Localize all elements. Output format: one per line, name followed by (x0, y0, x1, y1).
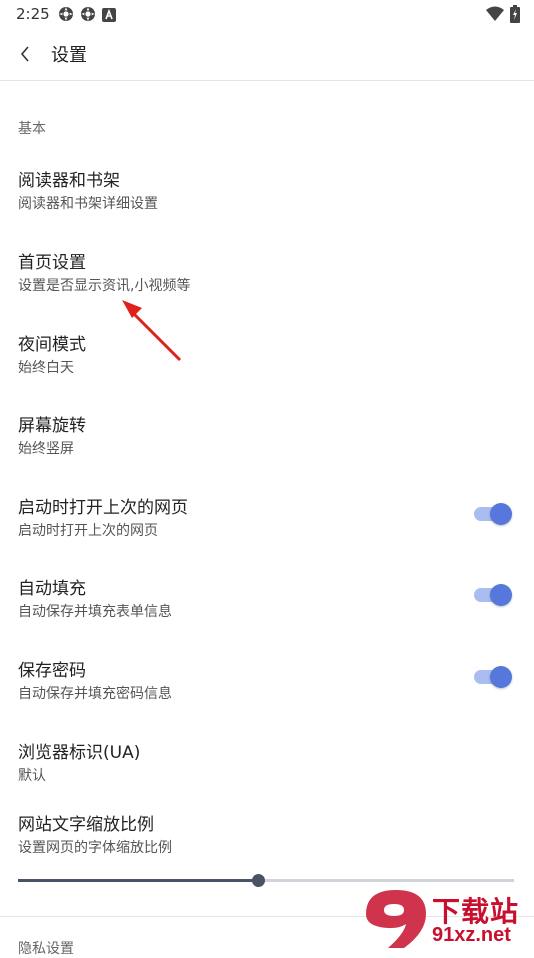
battery-charging-icon (510, 5, 520, 27)
settings-cog-icon (80, 6, 96, 26)
setting-title: 自动填充 (18, 579, 86, 599)
setting-reader-bookshelf[interactable]: 阅读器和书架 阅读器和书架详细设置 (0, 166, 534, 236)
page-title: 设置 (51, 45, 87, 66)
setting-subtitle: 始终白天 (18, 360, 74, 376)
setting-subtitle: 阅读器和书架详细设置 (18, 196, 158, 212)
toggle-thumb (490, 584, 512, 606)
setting-autofill[interactable]: 自动填充 自动保存并填充表单信息 (0, 574, 534, 644)
setting-subtitle: 默认 (18, 768, 46, 784)
setting-title: 保存密码 (18, 661, 86, 681)
toggle-thumb (490, 503, 512, 525)
setting-text-zoom: 网站文字缩放比例 设置网页的字体缩放比例 (0, 810, 534, 880)
setting-title: 夜间模式 (18, 335, 86, 355)
status-time: 2:25 (16, 5, 50, 23)
save-password-toggle[interactable] (474, 666, 512, 688)
section-header-basic: 基本 (18, 121, 46, 137)
autofill-toggle[interactable] (474, 584, 512, 606)
setting-subtitle: 始终竖屏 (18, 441, 74, 457)
slider-track-active (18, 879, 259, 882)
annotation-arrow-icon (122, 300, 182, 362)
status-bar: 2:25 (0, 0, 534, 28)
settings-cog-icon (58, 6, 74, 26)
back-button[interactable] (14, 42, 38, 66)
setting-screen-rotation[interactable]: 屏幕旋转 始终竖屏 (0, 411, 534, 481)
setting-title: 屏幕旋转 (18, 416, 86, 436)
wifi-icon (486, 6, 504, 26)
slider-thumb[interactable] (252, 874, 265, 887)
chevron-left-icon (20, 46, 29, 62)
app-bar: 设置 (0, 28, 534, 81)
setting-title: 启动时打开上次的网页 (18, 498, 188, 518)
status-right-icons (486, 5, 520, 27)
setting-title: 浏览器标识(UA) (18, 743, 141, 763)
setting-night-mode[interactable]: 夜间模式 始终白天 (0, 330, 534, 400)
notification-a-icon (102, 7, 116, 26)
setting-subtitle: 自动保存并填充密码信息 (18, 686, 172, 702)
setting-subtitle: 设置网页的字体缩放比例 (18, 840, 172, 856)
section-header-privacy: 隐私设置 (18, 941, 74, 957)
setting-title: 首页设置 (18, 253, 86, 273)
setting-save-password[interactable]: 保存密码 自动保存并填充密码信息 (0, 656, 534, 726)
setting-restore-last-page[interactable]: 启动时打开上次的网页 启动时打开上次的网页 (0, 493, 534, 563)
setting-subtitle: 启动时打开上次的网页 (18, 523, 158, 539)
setting-title: 阅读器和书架 (18, 171, 120, 191)
slider-track-inactive (259, 879, 514, 882)
restore-last-page-toggle[interactable] (474, 503, 512, 525)
setting-user-agent[interactable]: 浏览器标识(UA) 默认 (0, 738, 534, 808)
setting-subtitle: 自动保存并填充表单信息 (18, 604, 172, 620)
setting-homepage[interactable]: 首页设置 设置是否显示资讯,小视频等 (0, 248, 534, 318)
toggle-thumb (490, 666, 512, 688)
status-left-icons (58, 6, 116, 26)
setting-title: 网站文字缩放比例 (18, 815, 154, 835)
watermark-url: 91xz.net (432, 924, 511, 946)
